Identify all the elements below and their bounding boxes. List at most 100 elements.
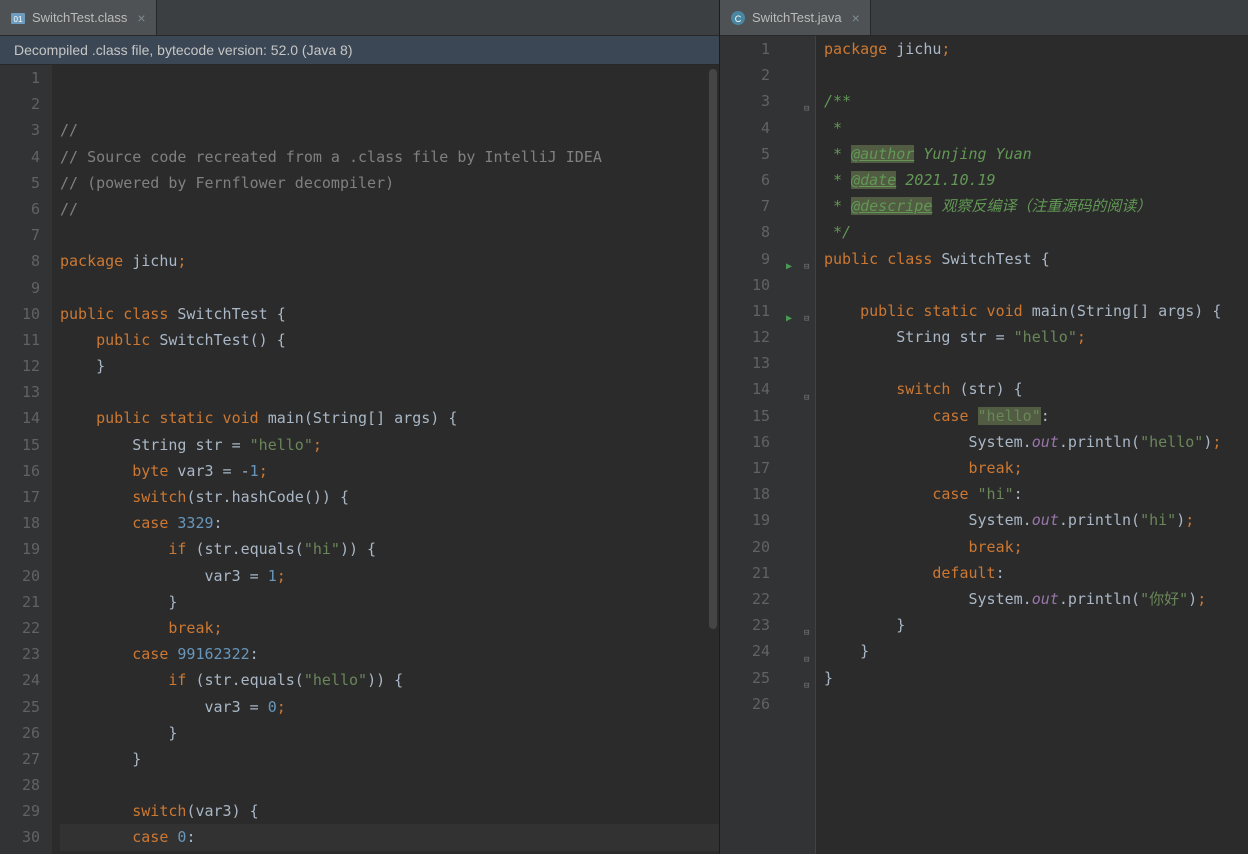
code-line[interactable] xyxy=(824,272,1248,298)
line-number[interactable]: 5 xyxy=(720,141,770,167)
code-line[interactable]: switch(str.hashCode()) { xyxy=(60,484,719,510)
code-line[interactable]: } xyxy=(60,589,719,615)
code-line[interactable] xyxy=(60,379,719,405)
code-line[interactable]: public static void main(String[] args) { xyxy=(60,405,719,431)
line-number[interactable]: 7 xyxy=(720,193,770,219)
code-line[interactable] xyxy=(824,62,1248,88)
line-number[interactable]: 28 xyxy=(0,772,40,798)
code-line[interactable]: if (str.equals("hello")) { xyxy=(60,667,719,693)
line-number[interactable]: 21 xyxy=(720,560,770,586)
scrollbar[interactable] xyxy=(709,69,717,629)
code-line[interactable]: * xyxy=(824,115,1248,141)
code-line[interactable]: System.out.println("hello"); xyxy=(60,851,719,854)
line-number[interactable]: 2 xyxy=(0,91,40,117)
code-line[interactable]: } xyxy=(60,720,719,746)
line-number[interactable]: 17 xyxy=(0,484,40,510)
line-number[interactable]: 26 xyxy=(720,691,770,717)
code-line[interactable]: } xyxy=(824,665,1248,691)
line-number[interactable]: 21 xyxy=(0,589,40,615)
line-number[interactable]: 23 xyxy=(0,641,40,667)
code-line[interactable]: var3 = 1; xyxy=(60,563,719,589)
code-line[interactable]: // xyxy=(60,196,719,222)
code-line[interactable]: case "hi": xyxy=(824,481,1248,507)
code-line[interactable]: case "hello": xyxy=(824,403,1248,429)
code-line[interactable]: break; xyxy=(824,534,1248,560)
code-line[interactable]: */ xyxy=(824,219,1248,245)
code-line[interactable]: * @date 2021.10.19 xyxy=(824,167,1248,193)
line-number[interactable]: 8 xyxy=(720,219,770,245)
code-line[interactable]: /** xyxy=(824,88,1248,114)
code-line[interactable]: if (str.equals("hi")) { xyxy=(60,536,719,562)
code-line[interactable]: switch (str) { xyxy=(824,376,1248,402)
line-number[interactable]: 20 xyxy=(720,534,770,560)
right-code-area[interactable]: package jichu; /** * * @author Yunjing Y… xyxy=(816,36,1248,854)
code-line[interactable]: case 0: xyxy=(60,824,719,850)
code-line[interactable]: break; xyxy=(60,615,719,641)
code-line[interactable]: byte var3 = -1; xyxy=(60,458,719,484)
right-editor[interactable]: 1234567891011121314151617181920212223242… xyxy=(720,36,1248,854)
run-gutter-icon[interactable]: ▶ xyxy=(786,254,792,280)
code-line[interactable]: String str = "hello"; xyxy=(60,432,719,458)
fold-open-icon[interactable]: ⊟ xyxy=(804,385,809,411)
code-line[interactable]: public SwitchTest() { xyxy=(60,327,719,353)
line-number[interactable]: 1 xyxy=(0,65,40,91)
line-number[interactable]: 11 xyxy=(720,298,770,324)
line-number[interactable]: 2 xyxy=(720,62,770,88)
line-number[interactable]: 22 xyxy=(0,615,40,641)
code-line[interactable] xyxy=(60,275,719,301)
line-number[interactable]: 30 xyxy=(0,824,40,850)
code-line[interactable]: } xyxy=(824,612,1248,638)
code-line[interactable]: System.out.println("你好"); xyxy=(824,586,1248,612)
line-number[interactable]: 5 xyxy=(0,170,40,196)
code-line[interactable]: } xyxy=(60,746,719,772)
line-number[interactable]: 10 xyxy=(720,272,770,298)
left-gutter[interactable]: 1234567891011121314151617181920212223242… xyxy=(0,65,52,854)
line-number[interactable]: 3 xyxy=(720,88,770,114)
code-line[interactable] xyxy=(60,772,719,798)
line-number[interactable]: 4 xyxy=(720,115,770,141)
line-number[interactable]: 22 xyxy=(720,586,770,612)
line-number[interactable]: 15 xyxy=(0,432,40,458)
line-number[interactable]: 19 xyxy=(0,536,40,562)
line-number[interactable]: 24 xyxy=(0,667,40,693)
left-editor[interactable]: 1234567891011121314151617181920212223242… xyxy=(0,65,719,854)
close-icon[interactable]: × xyxy=(137,10,145,26)
tab-switchtest-class[interactable]: 01 SwitchTest.class × xyxy=(0,0,157,35)
line-number[interactable]: 8 xyxy=(0,248,40,274)
line-number[interactable]: 7 xyxy=(0,222,40,248)
fold-open-icon[interactable]: ⊟ xyxy=(804,96,809,122)
code-line[interactable]: // (powered by Fernflower decompiler) xyxy=(60,170,719,196)
fold-close-icon[interactable]: ⊟ xyxy=(804,647,809,673)
line-number[interactable]: 3 xyxy=(0,117,40,143)
line-number[interactable]: 12 xyxy=(0,353,40,379)
line-number[interactable]: 25 xyxy=(0,694,40,720)
code-line[interactable] xyxy=(60,222,719,248)
line-number[interactable]: 4 xyxy=(0,144,40,170)
line-number[interactable]: 27 xyxy=(0,746,40,772)
line-number[interactable]: 25 xyxy=(720,665,770,691)
line-number[interactable]: 6 xyxy=(720,167,770,193)
line-number[interactable]: 12 xyxy=(720,324,770,350)
line-number[interactable]: 14 xyxy=(0,405,40,431)
code-line[interactable]: } xyxy=(824,638,1248,664)
line-number[interactable]: 10 xyxy=(0,301,40,327)
close-icon[interactable]: × xyxy=(852,10,860,26)
line-number[interactable]: 18 xyxy=(0,510,40,536)
code-line[interactable]: * @descripe 观察反编译（注重源码的阅读） xyxy=(824,193,1248,219)
line-number[interactable]: 26 xyxy=(0,720,40,746)
line-number[interactable]: 19 xyxy=(720,507,770,533)
code-line[interactable] xyxy=(824,350,1248,376)
code-line[interactable]: } xyxy=(60,353,719,379)
left-code-area[interactable]: //// Source code recreated from a .class… xyxy=(52,65,719,854)
tab-switchtest-java[interactable]: C SwitchTest.java × xyxy=(720,0,871,35)
code-line[interactable]: default: xyxy=(824,560,1248,586)
right-fold-column[interactable]: ⊟⊟⊟⊟⊟⊟⊟ xyxy=(802,36,816,854)
line-number[interactable]: 18 xyxy=(720,481,770,507)
code-line[interactable]: public class SwitchTest { xyxy=(60,301,719,327)
code-line[interactable]: // xyxy=(60,117,719,143)
line-number[interactable]: 9 xyxy=(720,246,770,272)
line-number[interactable]: 16 xyxy=(0,458,40,484)
code-line[interactable]: public static void main(String[] args) { xyxy=(824,298,1248,324)
fold-close-icon[interactable]: ⊟ xyxy=(804,620,809,646)
line-number[interactable]: 1 xyxy=(720,36,770,62)
